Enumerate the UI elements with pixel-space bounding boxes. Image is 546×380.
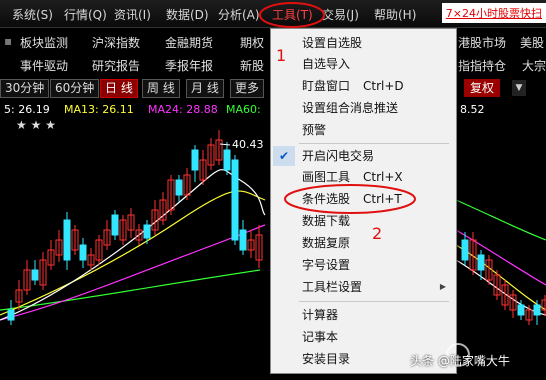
period-more[interactable]: 更多 — [230, 79, 265, 98]
menu-item-label: 设置组合消息推送 — [302, 101, 399, 115]
menu-item-shortcut: Ctrl+D — [363, 79, 404, 93]
menu-analysis[interactable]: 分析(A) — [218, 6, 260, 23]
period-monthly[interactable]: 月 线 — [186, 79, 224, 98]
ma5-value: 5: 26.19 — [4, 103, 50, 116]
candle-body — [533, 304, 541, 316]
nav-research-report[interactable]: 研究报告 — [92, 57, 140, 74]
period-daily[interactable]: 日 线 — [100, 79, 138, 98]
promo-link[interactable]: 7×24小时股票快扫 — [441, 3, 546, 23]
menu-item-label: 自选导入 — [302, 57, 351, 71]
menu-item-font-size[interactable]: 字号设置 — [271, 255, 454, 275]
menu-item-label: 预警 — [302, 123, 327, 137]
menu-item-label: 盯盘窗口 — [302, 79, 351, 93]
menu-separator — [299, 143, 449, 144]
ma24-value: MA24: 28.88 — [148, 103, 218, 116]
menu-quotes[interactable]: 行情(Q) — [64, 6, 107, 23]
submenu-arrow-icon: ▶ — [439, 282, 446, 291]
menu-item-import-watchlist[interactable]: 自选导入 — [271, 54, 454, 74]
candle-body — [223, 149, 231, 171]
screener-highlight-ellipse — [284, 184, 416, 214]
menu-item-alert[interactable]: 预警 — [271, 120, 454, 140]
nav-sector-monitor[interactable]: 板块监测 — [20, 34, 68, 51]
ma60-value: MA60: — [226, 103, 261, 116]
candle-body — [111, 214, 119, 236]
menu-item-flash-trade[interactable]: ✔ 开启闪电交易 — [271, 146, 454, 166]
menu-item-label: 开启闪电交易 — [302, 149, 375, 163]
nav-holdings[interactable]: 指指持仓 — [458, 57, 506, 74]
ma13-value: MA13: 26.11 — [64, 103, 134, 116]
menu-item-group-push[interactable]: 设置组合消息推送 — [271, 98, 454, 118]
candle-body — [63, 219, 71, 261]
nav-new-stock[interactable]: 新股 — [240, 57, 264, 74]
menu-item-label: 计算器 — [302, 308, 339, 322]
fuquan-dropdown-icon[interactable]: ▼ — [512, 80, 526, 96]
candle-body — [79, 244, 87, 261]
annotation-step-1: 1 — [276, 46, 287, 65]
menu-item-monitor-window[interactable]: 盯盘窗口 Ctrl+D — [271, 76, 454, 96]
high-price-label: 40.43 — [232, 138, 264, 151]
checkmark-icon: ✔ — [273, 146, 295, 166]
candle-body — [517, 304, 525, 316]
period-60min[interactable]: 60分钟 — [50, 79, 100, 98]
nav-quarterly-report[interactable]: 季报年报 — [165, 57, 213, 74]
menu-item-label: 安装目录 — [302, 352, 351, 366]
candle-body — [175, 179, 183, 196]
menu-item-data-restore[interactable]: 数据复原 — [271, 233, 454, 253]
candle-body — [143, 224, 151, 239]
ma-line — [455, 199, 546, 241]
nav-event-driven[interactable]: 事件驱动 — [20, 57, 68, 74]
menu-item-notepad[interactable]: 记事本 — [271, 327, 454, 347]
candle-body — [239, 229, 247, 251]
menu-system[interactable]: 系统(S) — [12, 6, 53, 23]
nav-hs-index[interactable]: 沪深指数 — [92, 34, 140, 51]
menu-separator — [299, 301, 449, 302]
menu-data[interactable]: 数据(D) — [166, 6, 209, 23]
watermark: 头条 @陆家嘴大牛 — [410, 354, 510, 368]
candle-body — [191, 149, 199, 171]
menu-item-label: 设置自选股 — [302, 36, 363, 50]
candle-body — [461, 239, 469, 261]
candle-body — [477, 254, 485, 271]
nav-us-stocks[interactable]: 美股 — [520, 34, 544, 51]
nav-hk-market[interactable]: 港股市场 — [458, 34, 506, 51]
nav-financial-futures[interactable]: 金融期货 — [165, 34, 213, 51]
menu-item-label: 数据复原 — [302, 236, 351, 250]
menu-news[interactable]: 资讯(I) — [114, 6, 151, 23]
ma-tail-value: 8.52 — [460, 103, 485, 116]
menu-item-toolbar-settings[interactable]: 工具栏设置 ▶ — [271, 277, 454, 297]
menu-item-label: 记事本 — [302, 330, 339, 344]
annotation-step-2: 2 — [372, 224, 383, 243]
menu-item-set-watchlist[interactable]: 设置自选股 — [271, 33, 454, 53]
period-30min[interactable]: 30分钟 — [0, 79, 50, 98]
candle-body — [31, 269, 39, 281]
candle-body — [7, 309, 15, 321]
fuquan-button[interactable]: 复权 — [464, 79, 501, 97]
menu-item-label: 字号设置 — [302, 258, 351, 272]
nav-block-trade[interactable]: 大宗 — [522, 57, 546, 74]
nav-options[interactable]: 期权 — [240, 34, 264, 51]
ma-line — [0, 190, 266, 316]
period-weekly[interactable]: 周 线 — [142, 79, 180, 98]
menu-item-label: 工具栏设置 — [302, 280, 363, 294]
menu-item-calculator[interactable]: 计算器 — [271, 305, 454, 325]
tools-highlight-ellipse — [259, 2, 325, 28]
candle-body — [231, 159, 239, 241]
separator: ▪ — [4, 34, 13, 48]
menu-trade[interactable]: 交易(J) — [322, 6, 359, 23]
menu-help[interactable]: 帮助(H) — [374, 6, 416, 23]
